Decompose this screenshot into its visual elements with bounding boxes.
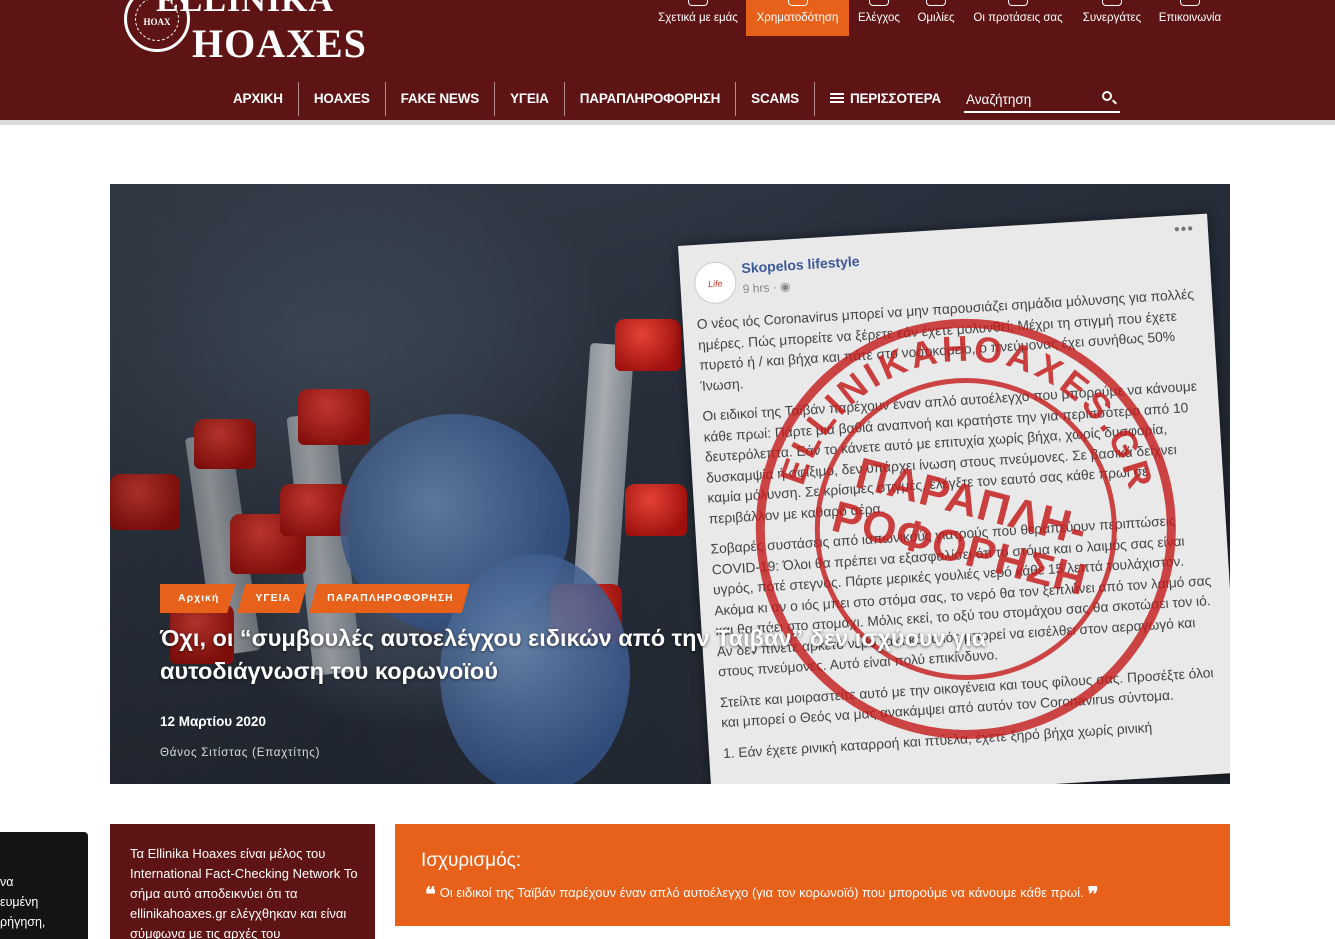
speech-icon (926, 0, 946, 6)
nav-misinformation[interactable]: ΠΑΡΑΠΛΗΡΟΦΟΡΗΣΗ (563, 82, 735, 116)
nav-health[interactable]: ΥΓΕΙΑ (494, 82, 564, 116)
search-box (964, 86, 1120, 113)
search-input[interactable] (964, 86, 1094, 112)
topnav-talks[interactable]: Ομιλίες (912, 0, 960, 36)
article-date: 12 Μαρτίου 2020 (160, 714, 266, 729)
ifcn-member-box: Τα Ellinika Hoaxes είναι μέλος του Inter… (110, 824, 375, 939)
hamburger-icon (829, 93, 844, 104)
claim-text: ❝ Οι ειδικοί της Ταϊβάν παρέχουν έναν απλ… (425, 884, 1099, 906)
more-dots-icon: ••• (1173, 220, 1195, 239)
claim-label: Ισχυρισμός: (421, 850, 522, 871)
nav-home[interactable]: ΑΡΧΙΚΗ (218, 82, 298, 116)
post-author: Skopelos lifestyle (740, 252, 861, 277)
topnav-partners[interactable]: Συνεργάτες (1077, 0, 1147, 36)
breadcrumb-health[interactable]: ΥΓΕΙΑ (237, 584, 307, 613)
nav-hoaxes[interactable]: HOAXES (297, 82, 385, 116)
nav-scams[interactable]: SCAMS (735, 82, 814, 116)
header-divider (0, 120, 1335, 125)
magnifier-icon (869, 0, 889, 6)
suggestion-icon (1008, 0, 1028, 6)
facebook-post-image: Life Skopelos lifestyle 9 hrs · ◉ ••• Ο … (678, 213, 1230, 784)
ifcn-text: Τα Ellinika Hoaxes είναι μέλος του Inter… (130, 846, 358, 939)
nav-fake-news[interactable]: FAKE NEWS (384, 82, 494, 116)
topnav-contact[interactable]: Επικοινωνία (1154, 0, 1226, 36)
partners-icon (1102, 0, 1122, 6)
breadcrumb-misinformation[interactable]: ΠΑΡΑΠΛΗΡΟΦΟΡΗΣΗ (309, 584, 470, 613)
logo-main-text: HOAXES (192, 21, 367, 64)
close-quote-icon: ❞ (1087, 884, 1099, 906)
site-logo[interactable]: HOAX ELLINIKA HOAXES (122, 0, 372, 64)
handshake-icon (688, 0, 708, 6)
main-nav: ΑΡΧΙΚΗ HOAXES FAKE NEWS ΥΓΕΙΑ ΠΑΡΑΠΛΗΡΟΦ… (218, 82, 956, 116)
search-icon[interactable] (1102, 91, 1112, 101)
topnav-check[interactable]: Ελέγχος (853, 0, 905, 36)
breadcrumb: Αρχική ΥΓΕΙΑ ΠΑΡΑΠΛΗΡΟΦΟΡΗΣΗ (160, 584, 472, 613)
article-title[interactable]: Όχι, οι “συμβουλές αυτοελέγχου ειδικών α… (160, 622, 1080, 688)
phone-icon (1180, 0, 1200, 6)
claim-box: Ισχυρισμός: ❝ Οι ειδικοί της Ταϊβάν παρέχ… (395, 824, 1230, 926)
article-author[interactable]: Θάνος Σιτίστας (Επαχτίτης) (160, 747, 320, 759)
site-header: HOAX ELLINIKA HOAXES Σχετικά με εμάς Χρη… (0, 0, 1335, 120)
featured-article[interactable]: Life Skopelos lifestyle 9 hrs · ◉ ••• Ο … (110, 184, 1230, 784)
logo-top-text: ELLINIKA (156, 0, 335, 19)
breadcrumb-home[interactable]: Αρχική (160, 584, 235, 613)
nav-more[interactable]: ΠΕΡΙΣΣΟΤΕΡΑ (813, 82, 956, 116)
funding-icon (787, 0, 808, 6)
open-quote-icon: ❝ (425, 884, 436, 906)
post-time: 9 hrs · ◉ (742, 279, 791, 297)
topnav-funding[interactable]: Χρηματοδότηση (746, 0, 849, 36)
side-popup-text: να ευμένη ρήγηση, (0, 875, 46, 929)
side-popup[interactable]: να ευμένη ρήγηση, (0, 832, 88, 939)
topnav-suggestions[interactable]: Οι προτάσεις σας (968, 0, 1068, 36)
topnav-about[interactable]: Σχετικά με εμάς (652, 0, 744, 36)
page-avatar: Life (693, 260, 738, 306)
